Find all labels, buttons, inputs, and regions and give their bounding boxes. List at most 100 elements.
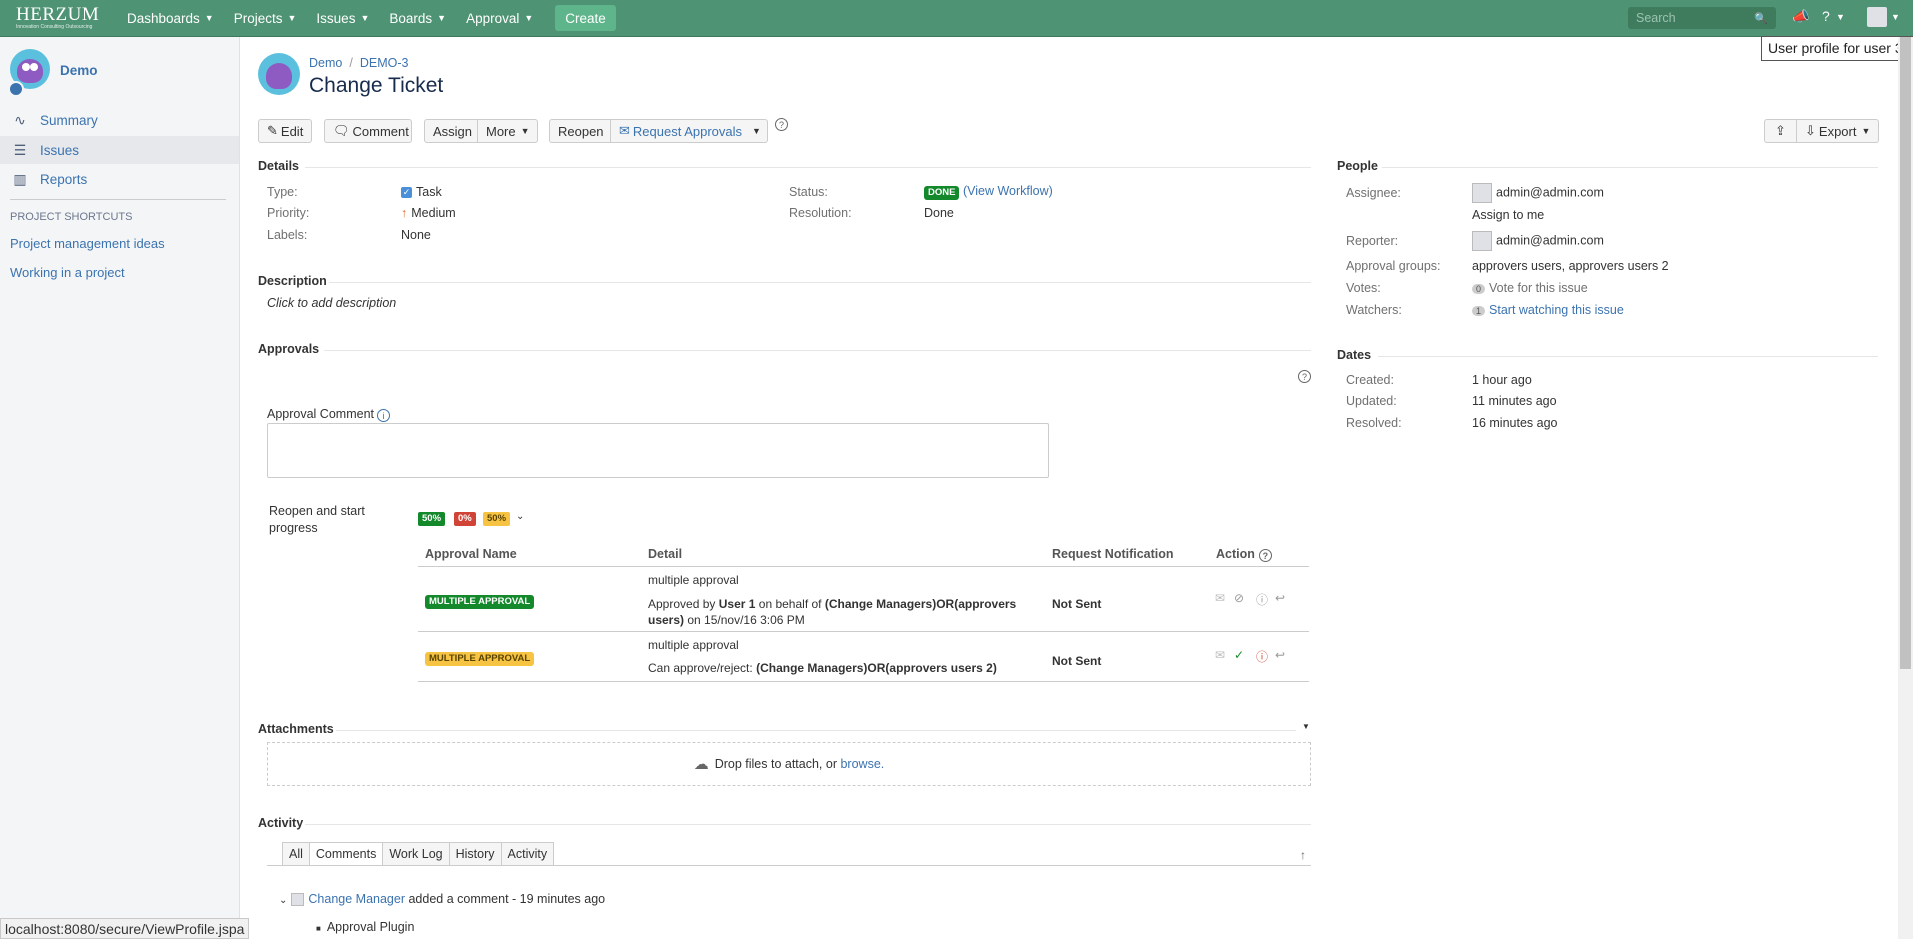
chart-icon: ▥ xyxy=(13,170,27,187)
created-label: Created: xyxy=(1346,373,1394,387)
search-placeholder: Search xyxy=(1636,11,1676,25)
activity-tabs: All Comments Work Log History Activity xyxy=(282,842,555,866)
votes-value: 0 Vote for this issue xyxy=(1472,281,1588,295)
updated-value: 11 minutes ago xyxy=(1472,394,1557,408)
edit-button[interactable]: ✎ Edit xyxy=(258,119,312,143)
nav-dashboards[interactable]: Dashboards ▼ xyxy=(127,11,214,26)
votes-count-badge: 0 xyxy=(1472,284,1486,294)
tab-activity[interactable]: Activity xyxy=(500,842,555,866)
export-button[interactable]: ⇩ Export ▼ xyxy=(1797,119,1879,143)
project-sidebar: Demo ∿ Summary ☰ Issues ▥ Reports PROJEC… xyxy=(0,37,240,939)
nav-projects[interactable]: Projects ▼ xyxy=(234,11,297,26)
assignee-label: Assignee: xyxy=(1346,186,1401,200)
scrollbar-thumb[interactable] xyxy=(1900,37,1911,669)
undo-arrow-icon[interactable]: ↩ xyxy=(1275,591,1285,605)
caret-down-icon: ▼ xyxy=(204,13,214,23)
view-workflow-link[interactable]: (View Workflow) xyxy=(963,184,1053,198)
reject-alert-icon[interactable]: ⓘ xyxy=(1256,648,1268,665)
help-icon[interactable]: ? xyxy=(775,118,788,131)
nav-boards[interactable]: Boards ▼ xyxy=(389,11,446,26)
sidebar-divider xyxy=(10,199,226,200)
assign-button[interactable]: Assign xyxy=(424,119,478,143)
nav-approval[interactable]: Approval ▼ xyxy=(466,11,533,26)
task-icon: ✓ xyxy=(401,187,412,199)
search-icon: 🔍 xyxy=(1754,12,1768,25)
assign-to-me-link[interactable]: Assign to me xyxy=(1472,208,1544,222)
project-name[interactable]: Demo xyxy=(60,63,98,78)
info-icon[interactable]: i xyxy=(377,409,390,422)
labels-label: Labels: xyxy=(267,228,308,242)
reject-alert-icon[interactable]: ⓘ xyxy=(1256,591,1268,608)
created-value: 1 hour ago xyxy=(1472,373,1532,387)
approve-check-icon[interactable]: ⊘ xyxy=(1234,591,1244,605)
approval-comment-textarea[interactable] xyxy=(267,423,1049,478)
detail-mid: on behalf of xyxy=(758,597,822,611)
tab-history[interactable]: History xyxy=(448,842,502,866)
shortcut-link[interactable]: Project management ideas xyxy=(10,236,165,251)
tab-work-log[interactable]: Work Log xyxy=(382,842,450,866)
approval-detail-line2: users) on 15/nov/16 3:06 PM xyxy=(648,613,805,627)
caret-down-icon: ▼ xyxy=(437,13,447,23)
top-navigation-bar: HERZUM Innovation Consulting Outsourcing… xyxy=(0,0,1913,37)
chevron-down-icon[interactable]: ⌄ xyxy=(516,511,524,522)
comment-action-text: added a comment - 19 minutes ago xyxy=(408,892,606,906)
comment-author-link[interactable]: Change Manager xyxy=(308,892,405,906)
resolution-value: Done xyxy=(924,206,954,220)
approval-name-text: MULTIPLE APPROVAL xyxy=(425,652,535,666)
caret-down-icon[interactable]: ▼ xyxy=(1302,722,1310,731)
sidebar-item-label: Summary xyxy=(40,112,98,128)
watchers-count-badge: 1 xyxy=(1472,306,1486,316)
vote-link[interactable]: Vote for this issue xyxy=(1489,281,1588,295)
more-button[interactable]: More ▼ xyxy=(478,119,538,143)
watch-link[interactable]: Start watching this issue xyxy=(1489,303,1624,317)
create-button[interactable]: Create xyxy=(555,5,616,31)
request-approvals-button[interactable]: ✉ Request Approvals ▼ xyxy=(611,119,768,143)
help-icon[interactable]: ? xyxy=(1822,8,1830,24)
caret-down-icon: ▼ xyxy=(520,126,530,136)
shortcut-link[interactable]: Working in a project xyxy=(10,265,125,280)
envelope-icon[interactable]: ✉ xyxy=(1215,648,1225,662)
description-placeholder[interactable]: Click to add description xyxy=(267,296,396,310)
approve-check-icon[interactable]: ✓ xyxy=(1234,648,1244,662)
issue-title[interactable]: Change Ticket xyxy=(309,74,443,98)
undo-arrow-icon[interactable]: ↩ xyxy=(1275,648,1285,662)
comment-button[interactable]: 🗨 Comment xyxy=(324,119,412,143)
status-value: DONE (View Workflow) xyxy=(924,184,1053,200)
issue-project-avatar[interactable] xyxy=(258,53,300,95)
nav-issues[interactable]: Issues ▼ xyxy=(316,11,369,26)
sidebar-item-issues[interactable]: ☰ Issues xyxy=(0,136,239,164)
detail-groups: (Change Managers)OR(approvers users 2) xyxy=(756,661,997,675)
sort-arrow-icon[interactable]: ↑ xyxy=(1300,848,1306,862)
help-icon[interactable]: ? xyxy=(1298,370,1311,383)
reopen-button[interactable]: Reopen xyxy=(549,119,611,143)
browse-link[interactable]: browse. xyxy=(840,757,884,771)
attachment-dropzone[interactable]: ☁ Drop files to attach, or browse. xyxy=(267,742,1311,786)
feedback-megaphone-icon[interactable]: 📣 xyxy=(1792,8,1809,25)
approval-name-lozenge: MULTIPLE APPROVAL xyxy=(425,650,535,666)
caret-down-icon[interactable]: ▼ xyxy=(1836,12,1845,22)
detail-user: User 1 xyxy=(718,597,756,611)
sidebar-item-reports[interactable]: ▥ Reports xyxy=(0,165,239,193)
comment-label: Comment xyxy=(352,123,409,139)
detail-groups: (Change Managers)OR(approvers xyxy=(824,597,1017,611)
search-input[interactable]: Search 🔍 xyxy=(1628,7,1776,29)
caret-down-icon[interactable]: ▼ xyxy=(1891,12,1900,22)
user-avatar[interactable] xyxy=(1867,7,1887,27)
help-icon[interactable]: ? xyxy=(1258,549,1272,562)
details-heading: Details xyxy=(258,159,299,173)
sidebar-item-summary[interactable]: ∿ Summary xyxy=(0,106,239,134)
col-detail: Detail xyxy=(648,547,683,561)
breadcrumb-project[interactable]: Demo xyxy=(309,56,342,70)
transition-label: Reopen and start progress xyxy=(269,504,365,535)
approval-groups-value: approvers users, approvers users 2 xyxy=(1472,259,1669,273)
priority-label: Priority: xyxy=(267,206,310,220)
chevron-down-icon[interactable]: ⌄ xyxy=(279,895,287,906)
herzum-logo[interactable]: HERZUM Innovation Consulting Outsourcing xyxy=(0,0,108,36)
share-button[interactable]: ⇪ xyxy=(1764,119,1797,143)
upload-cloud-icon: ☁ xyxy=(693,756,709,773)
breadcrumb-issue-key[interactable]: DEMO-3 xyxy=(360,56,409,70)
tab-comments[interactable]: Comments xyxy=(308,842,384,866)
tab-all[interactable]: All xyxy=(282,842,310,866)
envelope-icon[interactable]: ✉ xyxy=(1215,591,1225,605)
caret-down-icon: ▼ xyxy=(1861,126,1871,136)
